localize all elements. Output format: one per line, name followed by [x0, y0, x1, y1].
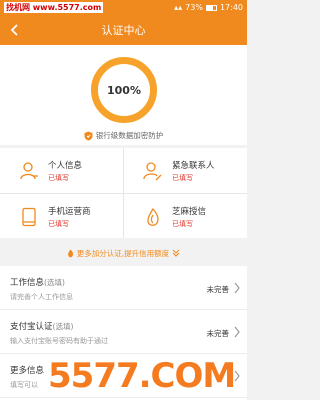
chevron-right-icon — [234, 282, 240, 294]
card-status: 已填写 — [48, 173, 69, 182]
fire-icon — [67, 249, 73, 257]
progress-ring: 100% — [91, 57, 157, 123]
status-bar: 找机网 www.5577.com ▴▴ 73% 17:40 — [0, 0, 247, 15]
card-name: 紧急联系人 — [172, 160, 215, 171]
battery-percent: 73% — [185, 3, 203, 12]
card-mobile-carrier[interactable]: 手机运营商 已填写 — [0, 194, 123, 239]
card-status: 已填写 — [48, 219, 69, 228]
double-chevron-down-icon — [172, 249, 180, 257]
security-text: 银行级数据加密防护 — [95, 131, 164, 140]
page-title: 认证中心 — [101, 24, 146, 37]
auth-center-screen: 找机网 www.5577.com ▴▴ 73% 17:40 认证中心 100% … — [0, 0, 247, 400]
card-personal-info[interactable]: 个人信息 已填写 — [0, 148, 123, 193]
person-icon — [18, 160, 40, 182]
card-name: 芝麻授信 — [172, 206, 207, 217]
list-item-title: 工作信息(选填) — [10, 278, 65, 288]
site-watermark: 找机网 www.5577.com — [4, 2, 104, 13]
more-auth-label: 更多加分认证,提升信用额度 — [76, 248, 170, 258]
security-notice: 银行级数据加密防护 — [0, 130, 247, 141]
auth-card-grid: 个人信息 已填写 紧急联系人 已填写 手机运营商 已填写 芝麻授信 已填写 — [0, 148, 247, 238]
back-button[interactable] — [6, 21, 22, 39]
list-item-status: 未完善 — [206, 285, 230, 294]
progress-section: 100% 银行级数据加密防护 — [0, 45, 247, 145]
card-sesame-credit[interactable]: 芝麻授信 已填写 — [124, 194, 247, 239]
list-item-subtitle: 输入支付宝账号密码有助于通过 — [10, 337, 108, 345]
sesame-icon — [142, 206, 164, 228]
chevron-left-icon — [10, 24, 18, 36]
grid-divider-horizontal — [0, 193, 247, 194]
phone-icon — [18, 206, 40, 228]
card-status: 已填写 — [172, 173, 193, 182]
list-item-title: 支付宝认证(选填) — [10, 322, 74, 332]
card-status: 已填写 — [172, 219, 193, 228]
list-item-subtitle: 填写可以 — [10, 381, 38, 389]
clock-time: 17:40 — [219, 3, 243, 12]
shield-icon — [84, 131, 93, 140]
more-auth-toggle[interactable]: 更多加分认证,提升信用额度 — [0, 246, 247, 260]
status-right: ▴▴ 73% 17:40 — [174, 3, 243, 12]
card-emergency-contact[interactable]: 紧急联系人 已填写 — [124, 148, 247, 193]
progress-percent: 100% — [107, 83, 141, 97]
list-item-work-info[interactable]: 工作信息(选填) 请完善个人工作信息 未完善 — [0, 266, 247, 310]
signal-icon: ▴▴ — [174, 3, 183, 12]
list-item-alipay[interactable]: 支付宝认证(选填) 输入支付宝账号密码有助于通过 未完善 — [0, 310, 247, 354]
list-item-subtitle: 请完善个人工作信息 — [10, 293, 73, 301]
list-item-status: 未完善 — [206, 329, 230, 338]
card-name: 个人信息 — [48, 160, 83, 171]
list-item-title: 更多信息 — [10, 366, 45, 376]
battery-icon — [205, 4, 217, 11]
watermark-logo: 5577.COM — [48, 356, 236, 396]
nav-bar: 认证中心 — [0, 15, 247, 45]
contact-edit-icon — [142, 160, 164, 182]
card-name: 手机运营商 — [48, 206, 91, 217]
chevron-right-icon — [234, 326, 240, 338]
